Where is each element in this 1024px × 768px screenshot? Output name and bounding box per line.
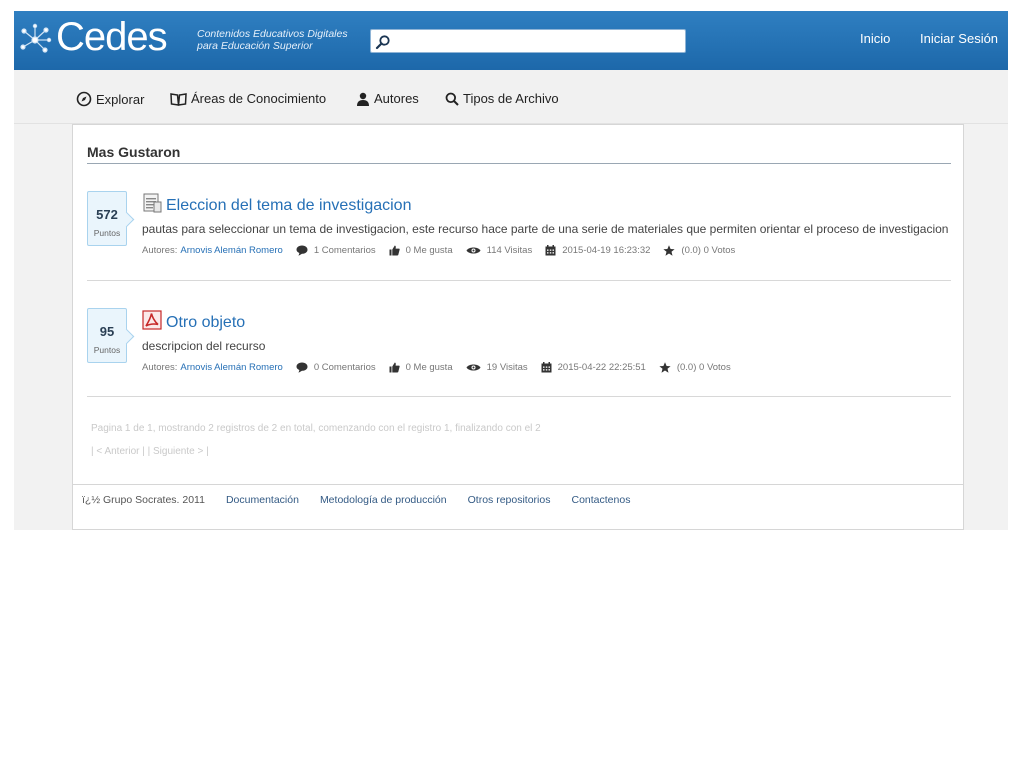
votes-count: (0.0) 0 Votos	[681, 245, 736, 256]
search-icon[interactable]	[375, 34, 391, 50]
site-tagline: Contenidos Educativos Digitales para Edu…	[197, 28, 348, 52]
comments-count: 0 Comentarios	[313, 362, 376, 373]
molecule-icon	[20, 23, 52, 53]
login-link[interactable]: Iniciar Sesión	[920, 31, 998, 46]
eye-icon	[466, 364, 481, 371]
magnifier-icon	[445, 92, 459, 106]
pdf-icon	[142, 310, 162, 330]
points-label: Puntos	[93, 228, 121, 238]
item-description: pautas para seleccionar un tema de inves…	[142, 222, 949, 236]
nav-file-types[interactable]: Tipos de Archivo	[445, 91, 559, 106]
copyright-text: ï¿½ Grupo Socrates. 2011	[82, 494, 205, 506]
nav-knowledge-areas-label: Áreas de Conocimiento	[191, 91, 327, 106]
section-title: Mas Gustaron	[87, 144, 181, 160]
nav-file-types-label: Tipos de Archivo	[463, 91, 559, 106]
item-divider	[87, 280, 951, 281]
visits-count: 19 Visitas	[486, 362, 528, 373]
site-footer: ï¿½ Grupo Socrates. 2011 Documentación M…	[82, 494, 630, 506]
item-meta: Autores: Arnovis Alemán Romero 0 Comenta…	[142, 362, 731, 373]
points-badge: 95 Puntos	[87, 308, 127, 363]
likes-count: 0 Me gusta	[405, 245, 453, 256]
title-divider	[87, 163, 951, 164]
cedes-logo[interactable]: Cedes	[18, 15, 188, 63]
item-title-link[interactable]: Eleccion del tema de investigacion	[166, 197, 411, 215]
item-divider	[87, 396, 951, 397]
likes-count: 0 Me gusta	[405, 362, 453, 373]
calendar-icon	[541, 362, 552, 373]
document-icon	[143, 193, 162, 213]
book-icon	[170, 92, 187, 106]
comments-count: 1 Comentarios	[313, 245, 376, 256]
authors-label: Autores:	[142, 245, 178, 256]
thumbs-up-icon	[389, 245, 400, 256]
footer-link-contact[interactable]: Contactenos	[571, 494, 630, 506]
nav-authors-label: Autores	[374, 91, 419, 106]
publish-date: 2015-04-22 22:25:51	[557, 362, 646, 373]
points-label: Puntos	[93, 345, 121, 355]
item-meta: Autores: Arnovis Alemán Romero 1 Comenta…	[142, 245, 735, 256]
tagline-line-1: Contenidos Educativos Digitales	[197, 28, 348, 40]
pagination-links[interactable]: | < Anterior | | Siguiente > |	[91, 446, 209, 457]
comment-icon	[296, 362, 308, 373]
item-title-link[interactable]: Otro objeto	[166, 314, 245, 332]
nav-explore-label: Explorar	[96, 91, 145, 107]
publish-date: 2015-04-19 16:23:32	[562, 245, 651, 256]
nav-knowledge-areas[interactable]: Áreas de Conocimiento	[170, 91, 326, 106]
visits-count: 114 Visitas	[486, 245, 533, 256]
search-box	[370, 29, 686, 53]
logo-text: Cedes	[56, 15, 168, 59]
eye-icon	[466, 247, 481, 254]
author-link[interactable]: Arnovis Alemán Romero	[180, 362, 282, 373]
footer-link-production-methodology[interactable]: Metodología de producción	[320, 494, 447, 506]
pagination-info: Pagina 1 de 1, mostrando 2 registros de …	[91, 423, 541, 434]
nav-authors[interactable]: Autores	[356, 91, 419, 106]
search-input[interactable]	[395, 32, 680, 50]
points-badge: 572 Puntos	[87, 191, 127, 246]
site-header: Cedes Contenidos Educativos Digitales pa…	[14, 11, 1008, 70]
votes-count: (0.0) 0 Votos	[676, 362, 731, 373]
author-link[interactable]: Arnovis Alemán Romero	[180, 245, 282, 256]
thumbs-up-icon	[389, 362, 400, 373]
star-icon	[663, 245, 676, 256]
footer-link-documentation[interactable]: Documentación	[226, 494, 299, 506]
nav-explore[interactable]: Explorar	[76, 91, 144, 107]
calendar-icon	[545, 245, 556, 256]
item-description: descripcion del recurso	[142, 339, 266, 353]
nav-home-link[interactable]: Inicio	[860, 31, 890, 46]
user-icon	[357, 92, 369, 106]
comment-icon	[296, 245, 308, 256]
points-value: 95	[99, 324, 115, 339]
tagline-line-2: para Educación Superior	[197, 40, 313, 52]
points-value: 572	[96, 207, 118, 222]
authors-label: Autores:	[142, 362, 178, 373]
footer-divider	[73, 484, 963, 485]
star-icon	[659, 362, 671, 373]
footer-link-other-repositories[interactable]: Otros repositorios	[468, 494, 551, 506]
main-navbar: Explorar Áreas de Conocimiento Autores T…	[14, 70, 1008, 124]
main-content: Mas Gustaron 572 Puntos Eleccion del tem…	[72, 124, 964, 530]
compass-icon	[76, 91, 92, 107]
